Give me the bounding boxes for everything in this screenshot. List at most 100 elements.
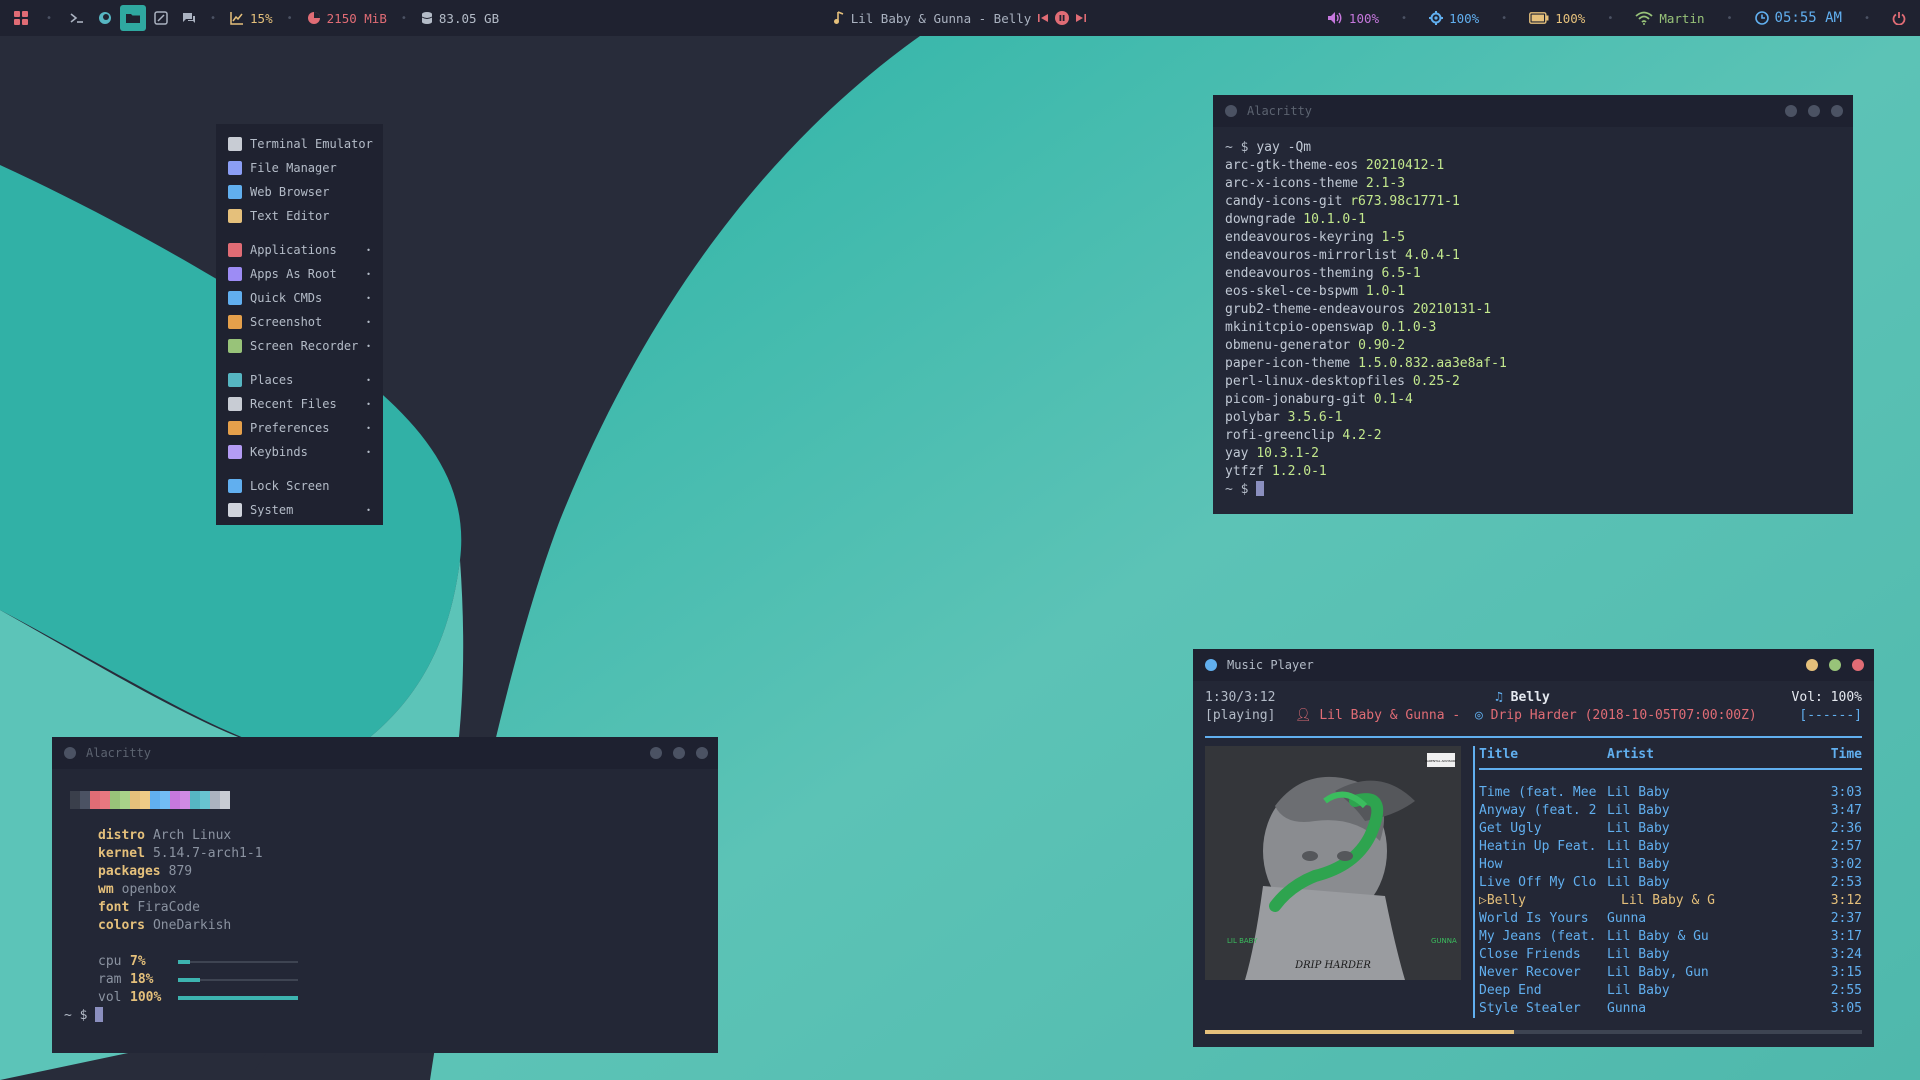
- close-button[interactable]: [1852, 659, 1864, 671]
- track-row[interactable]: How Lil Baby 3:02: [1479, 856, 1862, 874]
- menu-item-terminal-emulator[interactable]: Terminal Emulator: [216, 132, 383, 156]
- window-titlebar[interactable]: Music Player: [1193, 649, 1874, 681]
- fetch-value: FiraCode: [137, 900, 200, 915]
- power-icon[interactable]: [1886, 5, 1912, 31]
- track-list: Time (feat. Mee Lil Baby 3:03 Anyway (feat.…: [1473, 784, 1862, 1018]
- track-row[interactable]: Never Recover Lil Baby, Gun 3:15: [1479, 964, 1862, 982]
- close-button[interactable]: [1831, 105, 1843, 117]
- minimize-button[interactable]: [1806, 659, 1818, 671]
- track-row[interactable]: My Jeans (feat. Lil Baby & Gu 3:17: [1479, 928, 1862, 946]
- terminal-window-packages[interactable]: Alacritty ~ $ yay -Qm arc-gtk-theme-eos …: [1213, 95, 1853, 514]
- fetch-value: openbox: [121, 882, 177, 897]
- pause-icon[interactable]: [1055, 11, 1070, 25]
- stat-key: cpu: [98, 954, 122, 969]
- track-row[interactable]: Get Ugly Lil Baby 2:36: [1479, 820, 1862, 838]
- menu-item-lock-screen[interactable]: Lock Screen: [216, 474, 383, 498]
- maximize-button[interactable]: [1808, 105, 1820, 117]
- ram-module[interactable]: 2150 MiB: [301, 11, 393, 26]
- separator-dot: •: [1607, 12, 1614, 24]
- header-divider: [1205, 736, 1862, 738]
- track-title: ▷Belly: [1479, 892, 1607, 910]
- minimize-button[interactable]: [650, 747, 662, 759]
- package-row: paper-icon-theme 1.5.0.832.aa3e8af-1: [1225, 355, 1841, 373]
- package-row: mkinitcpio-openswap 0.1.0-3: [1225, 319, 1841, 337]
- window-titlebar[interactable]: Alacritty: [52, 737, 718, 769]
- menu-item-quick-cmds[interactable]: Quick CMDs •: [216, 286, 383, 310]
- menu-item-places[interactable]: Places •: [216, 368, 383, 392]
- menu-item-recent-files[interactable]: Recent Files •: [216, 392, 383, 416]
- terminal-output[interactable]: ~ $ yay -Qm arc-gtk-theme-eos 20210412-1…: [1213, 127, 1853, 511]
- track-row-current[interactable]: ▷Belly Lil Baby & G 3:12: [1479, 892, 1862, 910]
- terminal-icon[interactable]: [64, 5, 90, 31]
- apps-grid-icon[interactable]: [8, 5, 34, 31]
- palette-swatch: [110, 791, 120, 809]
- volume-module[interactable]: 100%: [1321, 11, 1385, 26]
- menu-item-label: Places: [250, 373, 294, 387]
- browser-icon[interactable]: [92, 5, 118, 31]
- menu-item-web-browser[interactable]: Web Browser: [216, 180, 383, 204]
- column-artist[interactable]: Artist: [1607, 746, 1654, 764]
- terminal-window-fetch[interactable]: Alacritty distro Arch Linux kernel 5.14.7-a…: [52, 737, 718, 1053]
- maximize-button[interactable]: [1829, 659, 1841, 671]
- close-button[interactable]: [696, 747, 708, 759]
- prompt-line: ~ $: [64, 1007, 718, 1025]
- status-line-1: 1:30/3:12 ♫ Belly Vol: 100%: [1205, 689, 1862, 707]
- menu-separator: [216, 464, 383, 474]
- package-row: endeavouros-mirrorlist 4.0.4-1: [1225, 247, 1841, 265]
- track-row[interactable]: World Is Yours Gunna 2:37: [1479, 910, 1862, 928]
- menu-item-screen-recorder[interactable]: Screen Recorder •: [216, 334, 383, 358]
- palette-swatch: [80, 791, 90, 809]
- files-icon[interactable]: [120, 5, 146, 31]
- cpu-module[interactable]: 15%: [224, 11, 279, 26]
- window-titlebar[interactable]: Alacritty: [1213, 95, 1853, 127]
- palette-swatch: [120, 791, 130, 809]
- disc-icon: ◎: [1475, 708, 1483, 723]
- menu-item-label: Apps As Root: [250, 267, 337, 281]
- speaker-icon: [1327, 12, 1342, 24]
- menu-item-screenshot[interactable]: Screenshot •: [216, 310, 383, 334]
- track-row[interactable]: Close Friends Lil Baby 3:24: [1479, 946, 1862, 964]
- now-playing-text[interactable]: Lil Baby & Gunna - Belly: [851, 11, 1032, 26]
- menu-item-keybinds[interactable]: Keybinds •: [216, 440, 383, 464]
- column-time[interactable]: Time: [1831, 746, 1862, 764]
- fetch-row: kernel 5.14.7-arch1-1: [98, 845, 718, 863]
- window-controls: [650, 747, 708, 759]
- menu-item-applications[interactable]: Applications •: [216, 238, 383, 262]
- track-time: 2:57: [1830, 839, 1862, 854]
- menu-item-file-manager[interactable]: File Manager: [216, 156, 383, 180]
- brightness-module[interactable]: 100%: [1423, 11, 1485, 26]
- track-row[interactable]: Deep End Lil Baby 2:55: [1479, 982, 1862, 1000]
- clock-module[interactable]: 05:55 AM: [1749, 10, 1848, 26]
- menu-separator: [216, 358, 383, 368]
- stat-value: 100%: [130, 990, 162, 1005]
- editor-icon[interactable]: [148, 5, 174, 31]
- column-title[interactable]: Title: [1479, 746, 1518, 764]
- submenu-arrow-icon: •: [366, 293, 371, 303]
- wifi-module[interactable]: Martin: [1629, 11, 1710, 26]
- terminal-output[interactable]: distro Arch Linux kernel 5.14.7-arch1-1 pack…: [52, 769, 718, 1025]
- battery-module[interactable]: 100%: [1523, 11, 1591, 26]
- disk-module[interactable]: 83.05 GB: [415, 11, 505, 26]
- next-track-icon[interactable]: [1075, 12, 1087, 24]
- menu-item-preferences[interactable]: Preferences •: [216, 416, 383, 440]
- track-row[interactable]: Heatin Up Feat. Lil Baby 2:57: [1479, 838, 1862, 856]
- dot-icon: •: [45, 12, 53, 24]
- play-state: [playing]: [1205, 708, 1276, 723]
- previous-track-icon[interactable]: [1037, 12, 1049, 24]
- track-row[interactable]: Style Stealer Gunna 3:05: [1479, 1000, 1862, 1018]
- menu-separator: [216, 228, 383, 238]
- track-row[interactable]: Anyway (feat. 2 Lil Baby 3:47: [1479, 802, 1862, 820]
- music-player-window[interactable]: Music Player 1:30/3:12 ♫ Belly Vol: 100%…: [1193, 649, 1874, 1047]
- minimize-button[interactable]: [1785, 105, 1797, 117]
- playback-progress-bar[interactable]: [1205, 1030, 1862, 1034]
- track-row[interactable]: Time (feat. Mee Lil Baby 3:03: [1479, 784, 1862, 802]
- chat-icon[interactable]: [176, 5, 202, 31]
- menu-item-apps-as-root[interactable]: Apps As Root •: [216, 262, 383, 286]
- menu-item-system[interactable]: System •: [216, 498, 383, 522]
- track-row[interactable]: Live Off My Clo Lil Baby 2:53: [1479, 874, 1862, 892]
- menu-item-text-editor[interactable]: Text Editor: [216, 204, 383, 228]
- palette-swatch: [190, 791, 200, 809]
- text-cursor: [95, 1007, 104, 1022]
- maximize-button[interactable]: [673, 747, 685, 759]
- package-row: ytfzf 1.2.0-1: [1225, 463, 1841, 481]
